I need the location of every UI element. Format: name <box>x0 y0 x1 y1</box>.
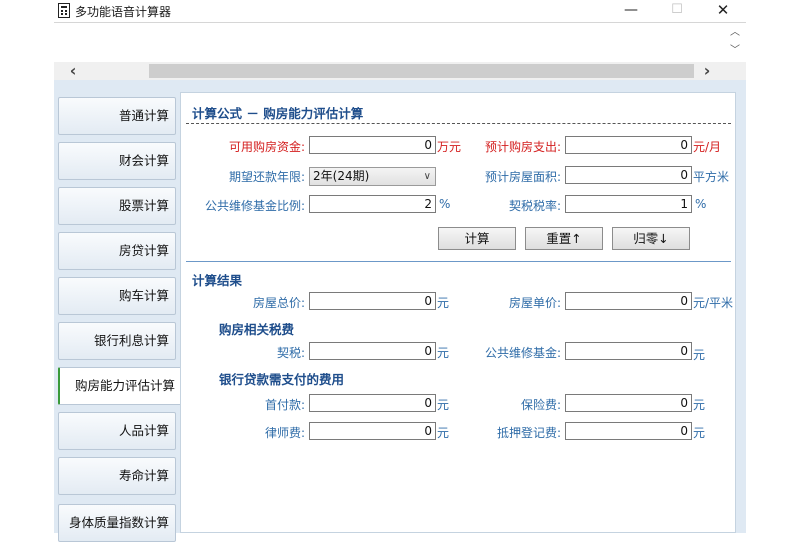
section-divider <box>186 261 731 262</box>
mortgage-fee-unit: 元 <box>693 426 706 440</box>
monthly-unit: 元/月 <box>693 140 722 154</box>
term-label: 期望还款年限: <box>228 170 305 184</box>
maintenance-fund-unit: 元 <box>693 348 706 362</box>
app-window: 多功能语音计算器 — ☐ ✕ ︿ ﹀ ‹ › 普通计算 财会计算 股票计算 房贷… <box>54 0 746 542</box>
total-price-unit: 元 <box>437 296 450 310</box>
scrollbar-thumb[interactable] <box>149 64 694 78</box>
minimize-button[interactable]: — <box>608 0 654 22</box>
window-title: 多功能语音计算器 <box>75 5 172 19</box>
deed-tax-input[interactable]: 1 <box>565 195 692 213</box>
insurance-output[interactable]: 0 <box>565 394 692 412</box>
tax-section-title: 购房相关税费 <box>219 322 295 337</box>
total-price-output[interactable]: 0 <box>309 292 436 310</box>
maintenance-fund-output[interactable]: 0 <box>565 342 692 360</box>
fund-ratio-unit: % <box>439 197 451 211</box>
unit-price-output[interactable]: 0 <box>565 292 692 310</box>
loan-section-title: 银行贷款需支付的费用 <box>219 372 345 387</box>
sidebar-item-accounting[interactable]: 财会计算 <box>58 142 176 180</box>
insurance-unit: 元 <box>693 398 706 412</box>
title-bar: 多功能语音计算器 — ☐ ✕ <box>54 0 746 22</box>
term-select-value: 2年(24期) <box>313 169 370 183</box>
fund-ratio-label: 公共维修基金比例: <box>204 199 305 213</box>
chevron-down-icon: ∨ <box>423 171 431 182</box>
vertical-scrollbar[interactable]: ︿ ﹀ <box>726 24 744 62</box>
sidebar-item-bmi[interactable]: 身体质量指数计算 <box>58 504 176 542</box>
calculate-button[interactable]: 计算 <box>438 227 516 250</box>
sidebar-item-house-affordability[interactable]: 购房能力评估计算 <box>58 367 182 405</box>
total-price-label: 房屋总价: <box>252 296 305 310</box>
divider <box>54 22 746 23</box>
funds-input[interactable]: 0 <box>309 136 436 154</box>
sidebar-item-mortgage[interactable]: 房贷计算 <box>58 232 176 270</box>
fund-ratio-input[interactable]: 2 <box>309 195 436 213</box>
lawyer-fee-label: 律师费: <box>264 426 305 440</box>
maximize-button[interactable]: ☐ <box>654 0 700 22</box>
scroll-up-icon[interactable]: ︿ <box>726 24 744 42</box>
sidebar: 普通计算 财会计算 股票计算 房贷计算 购车计算 银行利息计算 购房能力评估计算… <box>54 92 182 542</box>
monthly-input[interactable]: 0 <box>565 136 692 154</box>
zero-button[interactable]: 归零↓ <box>612 227 690 250</box>
down-payment-output[interactable]: 0 <box>309 394 436 412</box>
sidebar-item-character[interactable]: 人品计算 <box>58 412 176 450</box>
results-title: 计算结果 <box>192 273 243 288</box>
sidebar-item-stock[interactable]: 股票计算 <box>58 187 176 225</box>
mortgage-fee-output[interactable]: 0 <box>565 422 692 440</box>
insurance-label: 保险费: <box>520 398 561 412</box>
unit-price-label: 房屋单价: <box>508 296 561 310</box>
dashed-divider <box>186 123 731 124</box>
deed-label: 契税: <box>276 346 305 360</box>
maintenance-fund-label: 公共维修基金: <box>484 346 561 360</box>
sidebar-item-lifespan[interactable]: 寿命计算 <box>58 457 176 495</box>
horizontal-scrollbar[interactable]: ‹ › <box>54 62 746 80</box>
lawyer-fee-unit: 元 <box>437 426 450 440</box>
area-unit: 平方米 <box>693 170 730 184</box>
deed-tax-unit: % <box>695 197 707 211</box>
mortgage-fee-label: 抵押登记费: <box>496 426 561 440</box>
area-label: 预计房屋面积: <box>484 170 561 184</box>
close-button[interactable]: ✕ <box>700 0 746 22</box>
formula-title: 计算公式 － 购房能力评估计算 <box>192 106 364 121</box>
sidebar-item-bank-interest[interactable]: 银行利息计算 <box>58 322 176 360</box>
funds-label: 可用购房资金: <box>228 140 305 154</box>
funds-unit: 万元 <box>437 140 462 154</box>
deed-unit: 元 <box>437 346 450 360</box>
area-input[interactable]: 0 <box>565 166 692 184</box>
unit-price-unit: 元/平米 <box>693 296 734 310</box>
down-payment-unit: 元 <box>437 398 450 412</box>
calc-panel: 计算公式 － 购房能力评估计算 可用购房资金: 0 万元 预计购房支出: 0 元… <box>180 92 736 533</box>
sidebar-item-car[interactable]: 购车计算 <box>58 277 176 315</box>
scroll-right-icon[interactable]: › <box>698 62 716 80</box>
monthly-label: 预计购房支出: <box>484 140 561 154</box>
deed-tax-label: 契税税率: <box>508 199 561 213</box>
down-payment-label: 首付款: <box>264 398 305 412</box>
sidebar-item-normal[interactable]: 普通计算 <box>58 97 176 135</box>
deed-output[interactable]: 0 <box>309 342 436 360</box>
reset-button[interactable]: 重置↑ <box>525 227 603 250</box>
term-select[interactable]: 2年(24期) ∨ <box>309 167 436 186</box>
scroll-down-icon[interactable]: ﹀ <box>726 42 744 60</box>
calculator-icon <box>58 3 70 18</box>
scroll-left-icon[interactable]: ‹ <box>64 62 82 80</box>
lawyer-fee-output[interactable]: 0 <box>309 422 436 440</box>
